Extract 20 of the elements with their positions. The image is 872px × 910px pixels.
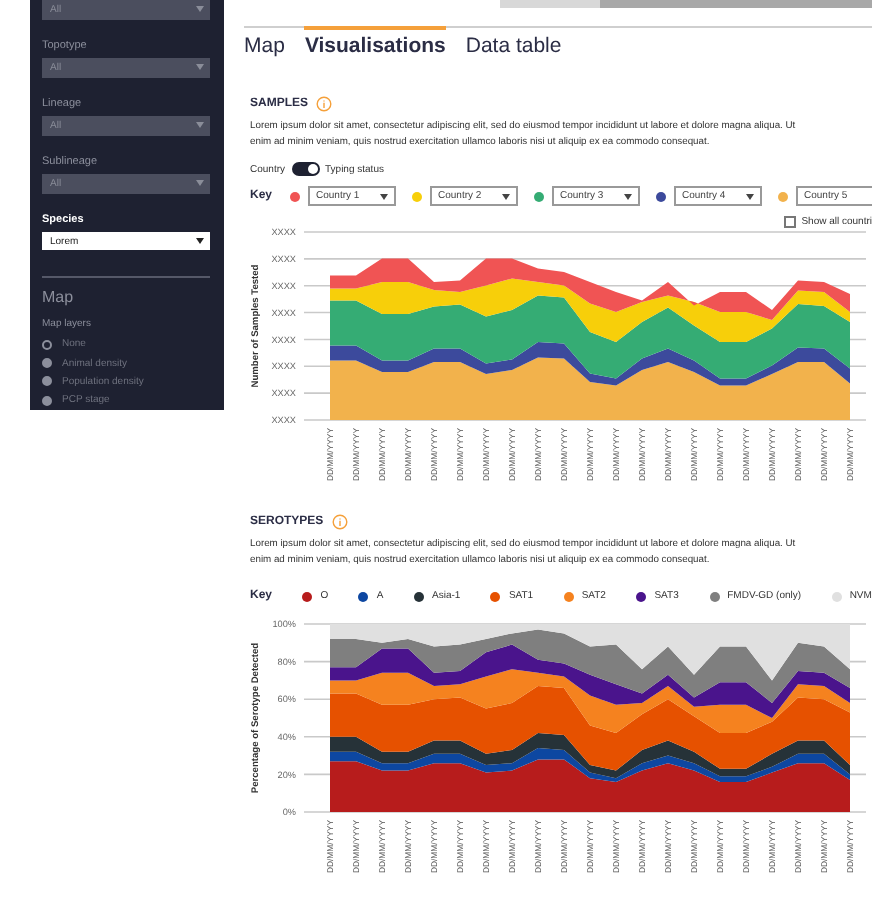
checkbox[interactable] [783, 216, 796, 228]
radio-button[interactable] [42, 395, 52, 406]
radio-button[interactable] [42, 376, 52, 387]
section-title: Map [42, 288, 76, 307]
tab[interactable]: Map [244, 26, 285, 58]
caret-icon [196, 238, 204, 244]
caret-icon [624, 193, 632, 199]
caret-icon [502, 193, 510, 199]
tab[interactable]: Visualisations [304, 26, 446, 58]
radio-button[interactable] [42, 339, 52, 350]
caret-icon [196, 180, 204, 187]
caret-icon [196, 122, 204, 129]
caret-icon [196, 64, 204, 71]
radio-button[interactable] [42, 358, 52, 369]
caret-icon [380, 193, 388, 199]
tab[interactable]: Data table [465, 26, 562, 58]
caret-icon [196, 6, 204, 13]
toggle-switch[interactable] [291, 162, 320, 176]
caret-icon [746, 193, 754, 199]
scrollbar[interactable] [500, 0, 872, 8]
